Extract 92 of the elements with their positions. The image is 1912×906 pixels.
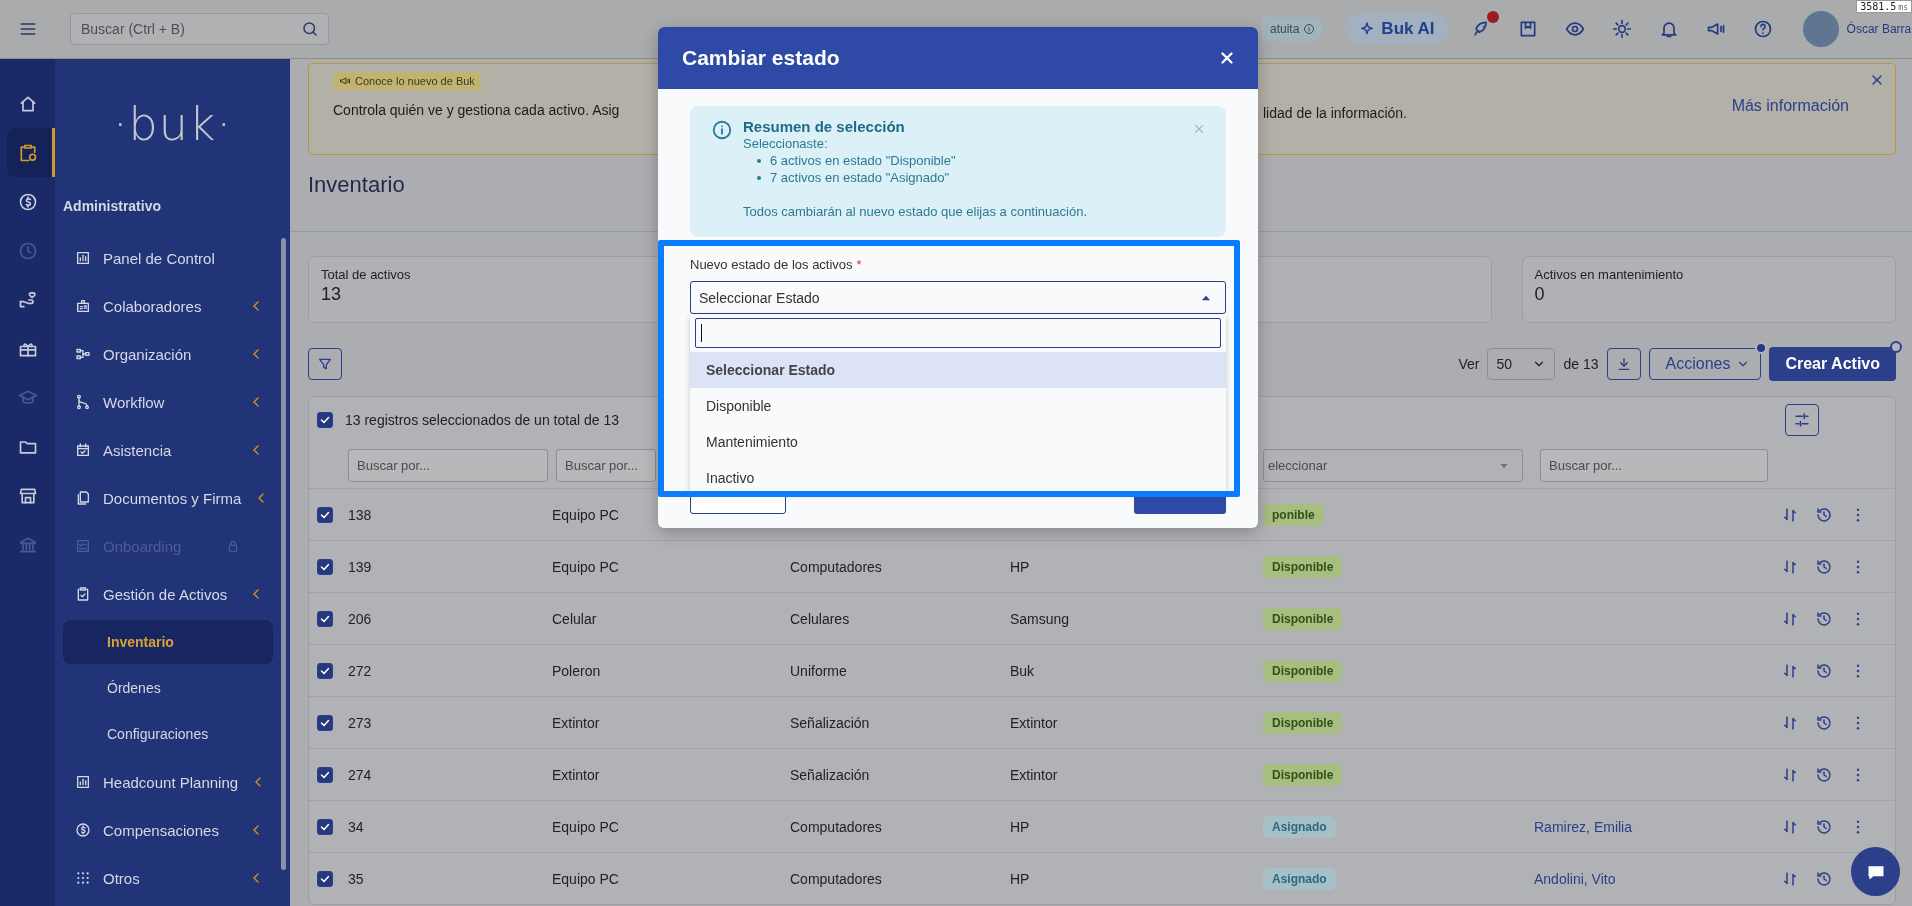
- table-cell-text: Uniforme: [790, 662, 848, 679]
- status-select[interactable]: Seleccionar Estado: [690, 281, 1226, 314]
- sidebar-item[interactable]: Panel de Control: [55, 234, 290, 282]
- sidebar-subitem[interactable]: Inventario: [63, 620, 273, 664]
- filter-input[interactable]: Buscar por...: [348, 449, 548, 482]
- sidebar-item[interactable]: Asistencia: [55, 426, 290, 474]
- filter-input[interactable]: Buscar por...: [1540, 449, 1768, 482]
- status-badge: Disponible: [1263, 607, 1343, 630]
- logo[interactable]: ·buk·: [112, 96, 233, 151]
- filter-input[interactable]: Buscar por...: [556, 449, 656, 482]
- sidebar-item[interactable]: Documentos y Firma: [55, 474, 290, 522]
- sidebar-item[interactable]: Colaboradores: [55, 282, 290, 330]
- actions-button[interactable]: Acciones: [1648, 348, 1762, 380]
- sidebar-item[interactable]: Otros: [55, 854, 290, 902]
- news-tag: Conoce lo nuevo de Buk: [333, 72, 481, 90]
- table-cell-text: Extintor: [1010, 766, 1059, 783]
- ai-button[interactable]: Buk AI: [1345, 14, 1449, 44]
- alert-text: Seleccionaste:: [743, 135, 829, 152]
- table-cell-text: Computadores: [790, 558, 883, 575]
- alert-text: Todos cambiarán al nuevo estado que elijas a continuación.: [743, 203, 1088, 220]
- sidebar-item[interactable]: Organización: [55, 330, 290, 378]
- table-cell-text: HP: [1010, 558, 1031, 575]
- sidebar-item[interactable]: Compensaciones: [55, 806, 290, 854]
- filter-select[interactable]: eleccionar: [1263, 449, 1523, 482]
- section-title: Administrativo: [62, 197, 162, 216]
- table-cell-text: Equipo PC: [552, 506, 620, 523]
- status-badge: ponible: [1263, 503, 1324, 526]
- status-badge: Asignado: [1263, 815, 1336, 838]
- alert-text: 6 activos en estado "Disponible": [770, 152, 956, 169]
- trial-badge[interactable]: atuita: [1262, 17, 1324, 41]
- sidebar-item[interactable]: Workflow: [55, 378, 290, 426]
- required-mark: *: [856, 257, 862, 274]
- more-info-link[interactable]: Más información: [1731, 97, 1849, 115]
- page-size-label: Ver: [1458, 356, 1480, 372]
- assignee-link[interactable]: Ramirez, Emilia: [1534, 818, 1781, 835]
- table-cell-text: Celulares: [790, 610, 851, 627]
- table-cell-text: Extintor: [552, 714, 601, 731]
- table-cell-text: Extintor: [552, 766, 601, 783]
- dropdown-option[interactable]: Seleccionar Estado: [690, 352, 1226, 388]
- table-cell-text: Señalización: [790, 714, 871, 731]
- table-cell-text: Buk: [1010, 662, 1036, 679]
- table-cell-text: Extintor: [1010, 714, 1059, 731]
- table-cell-text: 35: [348, 870, 365, 887]
- sidebar-item[interactable]: Gestión de Activos: [55, 570, 290, 618]
- table-cell-text: 273: [348, 714, 373, 731]
- dropdown-option[interactable]: Mantenimiento: [690, 424, 1226, 460]
- status-badge: Disponible: [1263, 555, 1343, 578]
- stat-label: Total de activos: [321, 267, 411, 282]
- table-cell-text: HP: [1010, 818, 1031, 835]
- sidebar-subitem[interactable]: Órdenes: [63, 666, 273, 710]
- table-cell-text: 274: [348, 766, 373, 783]
- dropdown-option[interactable]: Inactivo: [690, 460, 1226, 492]
- stat-label: Activos en mantenimiento: [1534, 267, 1684, 282]
- banner-text: Controla quién ve y gestiona cada activo. Asig: [333, 102, 621, 118]
- timing-badge: 3581.5 ms: [1856, 0, 1912, 13]
- selection-count: 13 registros seleccionados de un total de 13: [345, 412, 619, 428]
- status-badge: Asignado: [1263, 867, 1336, 890]
- status-badge: Disponible: [1263, 711, 1343, 734]
- dropdown-option[interactable]: Disponible: [690, 388, 1226, 424]
- table-cell-text: 34: [348, 818, 365, 835]
- sidebar-subitem[interactable]: Configuraciones: [63, 712, 273, 756]
- stat-value: 0: [1534, 284, 1545, 305]
- sidebar-item[interactable]: Headcount Planning: [55, 758, 290, 806]
- table-cell-text: 206: [348, 610, 373, 627]
- status-badge: Disponible: [1263, 659, 1343, 682]
- table-cell-text: Samsung: [1010, 610, 1071, 627]
- table-cell-text: Poleron: [552, 662, 602, 679]
- assignee-link[interactable]: Andolini, Vito: [1534, 870, 1781, 887]
- status-badge: Disponible: [1263, 763, 1343, 786]
- table-cell-text: Computadores: [790, 818, 883, 835]
- total-label: de 13: [1563, 356, 1599, 372]
- table-cell-text: Celular: [552, 610, 598, 627]
- search-field[interactable]: Buscar (Ctrl + B): [70, 13, 329, 45]
- banner-text: lidad de la información.: [1263, 105, 1407, 121]
- table-cell-text: 138: [348, 506, 373, 523]
- field-label: Nuevo estado de los activos: [690, 257, 853, 274]
- create-asset-button[interactable]: Crear Activo: [1769, 347, 1896, 381]
- dialog-title: Cambiar estado: [682, 46, 841, 70]
- user-name[interactable]: Óscar Barra: [1846, 22, 1912, 36]
- alert-text: 7 activos en estado "Asignado": [770, 169, 950, 186]
- table-cell-text: Equipo PC: [552, 818, 620, 835]
- page-title: Inventario: [308, 171, 405, 198]
- table-cell-text: Equipo PC: [552, 870, 620, 887]
- table-cell-text: HP: [1010, 870, 1031, 887]
- table-cell-text: 139: [348, 558, 373, 575]
- table-cell-text: Computadores: [790, 870, 883, 887]
- table-cell-text: Señalización: [790, 766, 871, 783]
- stat-value: 13: [321, 284, 342, 305]
- table-cell-text: Equipo PC: [552, 558, 620, 575]
- table-cell-text: 272: [348, 662, 373, 679]
- alert-title: Resumen de selección: [743, 118, 906, 135]
- page-size-select[interactable]: 50: [1487, 348, 1556, 380]
